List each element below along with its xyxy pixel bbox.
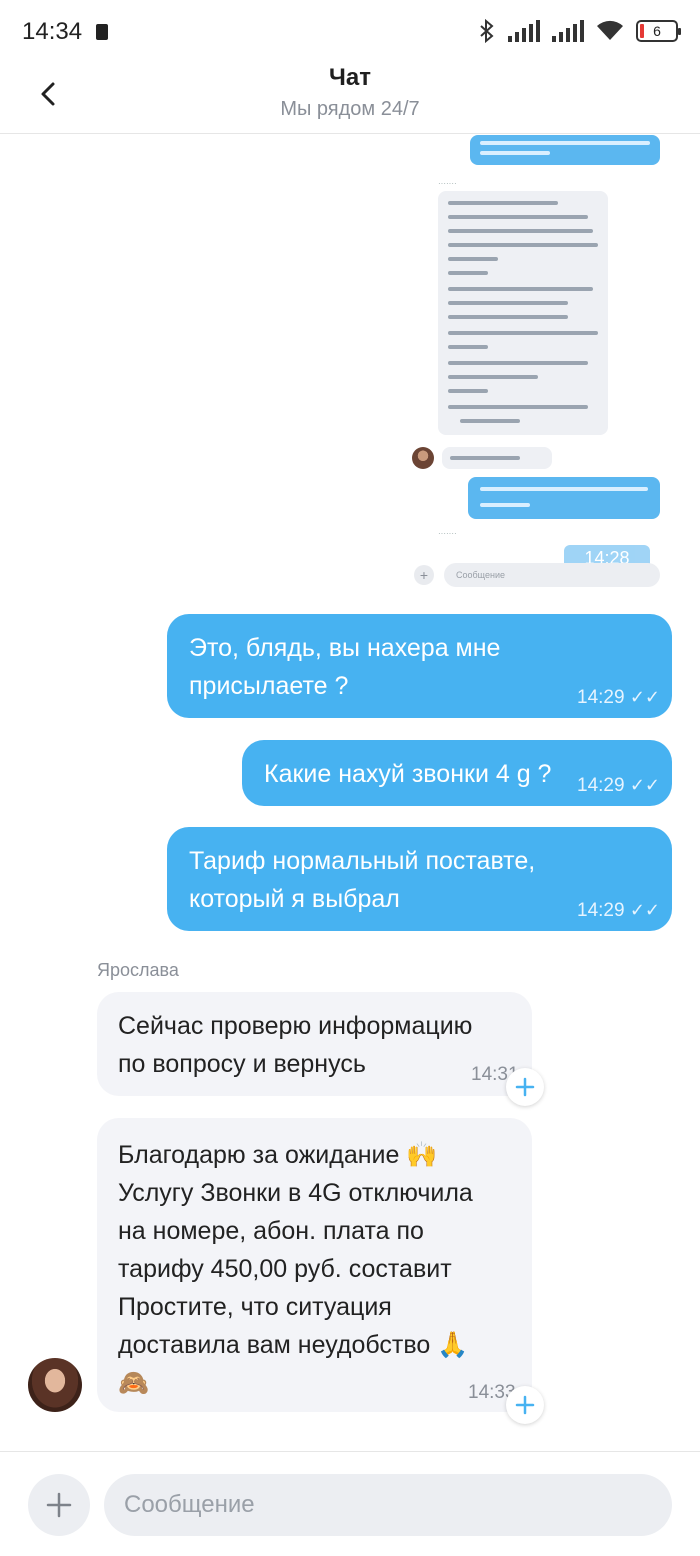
outgoing-message[interactable]: Тариф нормальный поставте, который я выб… <box>167 827 672 931</box>
message-text: Это, блядь, вы нахера мне присылаете ? <box>189 634 501 700</box>
avatar[interactable] <box>28 1358 82 1412</box>
add-reaction-button[interactable] <box>506 1386 544 1424</box>
bluetooth-icon <box>480 19 494 43</box>
battery-icon: 6 <box>636 20 681 42</box>
sent-screenshot-image[interactable]: ······· ······· 14:28 + Сообщение <box>404 135 670 590</box>
battery-saver-icon <box>96 24 108 40</box>
page-title: Чат <box>329 64 371 91</box>
chat-header: Чат Мы рядом 24/7 <box>0 60 700 134</box>
plus-icon <box>46 1492 72 1518</box>
signal-icon <box>508 20 540 42</box>
message-composer <box>0 1451 700 1556</box>
wifi-icon <box>597 20 623 40</box>
outgoing-message[interactable]: Какие нахуй звонки 4 g ? 14:29 ✓✓ <box>242 740 672 806</box>
attach-button[interactable] <box>28 1474 90 1536</box>
add-reaction-button[interactable] <box>506 1068 544 1106</box>
double-check-icon: ✓✓ <box>629 775 660 795</box>
signal-icon-2 <box>552 20 584 42</box>
message-input[interactable] <box>104 1474 672 1536</box>
incoming-message[interactable]: Сейчас проверю информацию по вопросу и в… <box>97 992 532 1096</box>
status-time: 14:34 <box>22 18 83 45</box>
battery-level: 6 <box>653 23 661 39</box>
incoming-message[interactable]: Благодарю за ожидание 🙌 Услугу Звонки в … <box>97 1118 532 1412</box>
message-meta: 14:29 ✓✓ <box>577 900 660 921</box>
message-meta: 14:29 ✓✓ <box>577 687 660 708</box>
message-text: Сейчас проверю информацию по вопросу и в… <box>118 1012 473 1078</box>
outgoing-message[interactable]: Это, блядь, вы нахера мне присылаете ? 1… <box>167 614 672 718</box>
double-check-icon: ✓✓ <box>629 687 660 707</box>
sender-name: Ярослава <box>97 960 179 980</box>
message-text: Какие нахуй звонки 4 g ? <box>264 760 552 788</box>
message-text: Тариф нормальный поставте, который я выб… <box>189 847 536 913</box>
status-icons: 6 <box>478 18 681 44</box>
status-bar: 14:34 6 <box>0 0 700 60</box>
page-subtitle: Мы рядом 24/7 <box>280 98 420 120</box>
message-meta: 14:29 ✓✓ <box>577 775 660 796</box>
message-text: Благодарю за ожидание 🙌 Услугу Звонки в … <box>118 1141 473 1397</box>
double-check-icon: ✓✓ <box>629 900 660 920</box>
plus-icon <box>515 1395 535 1415</box>
plus-icon <box>515 1077 535 1097</box>
